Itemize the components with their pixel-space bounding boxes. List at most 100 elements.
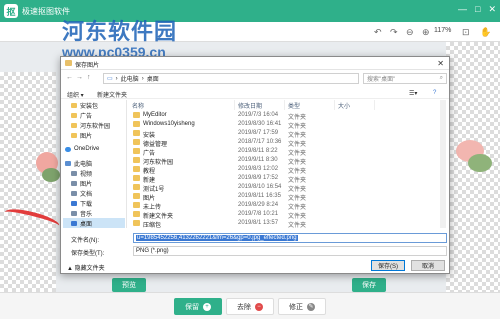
maximize-button[interactable]: □ <box>475 4 480 15</box>
search-icon: ⌕ <box>439 75 443 81</box>
save-canvas-button[interactable]: 保存 <box>352 278 386 292</box>
column-header-date[interactable]: 修改日期 <box>235 100 285 110</box>
back-icon[interactable]: ← <box>66 74 73 81</box>
nav-item-onedrive[interactable]: OneDrive <box>63 144 125 154</box>
file-row[interactable]: 新建 2019/8/9 17:52 文件夹 <box>129 174 447 184</box>
leaf-decoration <box>42 168 60 182</box>
filetype-row: 保存类型(T): PNG (*.png) <box>61 245 449 257</box>
music-icon <box>71 210 77 216</box>
nav-item[interactable]: 视频 <box>63 168 125 178</box>
minimize-button[interactable]: — <box>458 4 467 15</box>
folder-icon <box>133 112 140 118</box>
keep-label: 保留 <box>185 303 199 311</box>
bottom-bar: 保留 + 去除 − 修正 ✎ <box>0 292 500 319</box>
folder-icon <box>133 121 140 127</box>
folder-icon <box>71 132 77 138</box>
cloud-icon <box>65 146 71 152</box>
up-icon[interactable]: ↑ <box>87 74 91 81</box>
file-row[interactable]: 新建文件夹 2019/7/8 10:21 文件夹 <box>129 210 447 220</box>
dialog-titlebar: 保存图片 ✕ <box>61 57 449 70</box>
file-row[interactable]: 图片 2019/8/11 16:35 文件夹 <box>129 192 447 202</box>
file-list-scrollbar[interactable] <box>440 100 446 228</box>
organize-button[interactable]: 组织 ▾ <box>67 90 84 99</box>
folder-icon <box>133 166 140 172</box>
nav-item[interactable]: 安装包 <box>63 100 125 110</box>
fit-icon[interactable]: ⊡ <box>462 27 470 38</box>
file-row[interactable]: Windows10yisheng 2019/8/30 16:41 文件夹 <box>129 120 447 130</box>
file-row[interactable]: 安装 2019/8/7 17:59 文件夹 <box>129 129 447 139</box>
save-dialog: 保存图片 ✕ ← → ↑ ▭ › 此电脑 › 桌面 搜索"桌面" ⌕ 组织 ▾ … <box>60 56 450 274</box>
file-row[interactable]: 压缩包 2019/8/1 13:57 文件夹 <box>129 219 447 229</box>
filetype-select[interactable]: PNG (*.png) <box>133 246 447 256</box>
computer-icon <box>65 160 71 166</box>
folder-icon <box>133 202 140 208</box>
filename-input[interactable]: u=1985452256,4132262221&fm=26&gp=0.jpg_e… <box>133 233 447 243</box>
nav-item[interactable]: 文档 <box>63 188 125 198</box>
filename-label: 文件名(N): <box>71 238 99 244</box>
window-controls: — □ ✕ <box>458 4 496 15</box>
plus-icon: + <box>203 302 211 311</box>
file-list: 名称 修改日期 类型 大小 MyEditor 2019/7/3 16:04 文件夹 … <box>129 100 447 229</box>
nav-item[interactable]: 广告 <box>63 110 125 120</box>
folder-icon <box>71 122 77 128</box>
hand-icon[interactable]: ✋ <box>480 27 491 38</box>
file-row[interactable]: 教程 2019/8/3 12:02 文件夹 <box>129 165 447 175</box>
file-row[interactable]: 测试1号 2019/8/10 16:54 文件夹 <box>129 183 447 193</box>
save-button[interactable]: 保存(S) <box>371 260 405 271</box>
new-folder-button[interactable]: 新建文件夹 <box>97 90 127 99</box>
folder-icon <box>133 220 140 226</box>
close-button[interactable]: ✕ <box>488 4 496 15</box>
computer-icon: ▭ <box>107 76 113 82</box>
file-row[interactable]: 广告 2019/8/11 8:22 文件夹 <box>129 147 447 157</box>
zoom-level: 117% <box>434 27 452 34</box>
column-header-name[interactable]: 名称 <box>129 100 235 110</box>
zoom-in-icon[interactable]: ⊕ <box>422 27 430 38</box>
folder-icon <box>133 148 140 154</box>
file-row[interactable]: 河东软件园 2019/9/11 8:30 文件夹 <box>129 156 447 166</box>
nav-item[interactable]: 图片 <box>63 130 125 140</box>
forward-icon[interactable]: → <box>76 74 83 81</box>
keep-button[interactable]: 保留 + <box>174 298 222 315</box>
redo-icon[interactable]: ↷ <box>390 27 398 38</box>
help-icon[interactable]: ? <box>433 90 436 96</box>
file-row[interactable]: MyEditor 2019/7/3 16:04 文件夹 <box>129 111 447 121</box>
breadcrumb-desktop[interactable]: 桌面 <box>147 74 159 83</box>
nav-item[interactable]: 音乐 <box>63 208 125 218</box>
nav-item[interactable]: 下载 <box>63 198 125 208</box>
video-icon <box>71 170 77 176</box>
nav-item[interactable]: 图片 <box>63 178 125 188</box>
breadcrumb-pc[interactable]: 此电脑 <box>121 74 139 83</box>
picture-icon <box>71 180 77 186</box>
nav-item[interactable]: 河东软件园 <box>63 120 125 130</box>
watermark-name: 河东软件园 <box>62 20 178 45</box>
search-input[interactable]: 搜索"桌面" ⌕ <box>363 73 447 84</box>
folder-icon <box>133 193 140 199</box>
address-row: ← → ↑ ▭ › 此电脑 › 桌面 搜索"桌面" ⌕ <box>61 71 449 86</box>
right-image-panel <box>446 42 500 292</box>
minus-icon: − <box>255 302 263 311</box>
nav-item-desktop[interactable]: 桌面 <box>63 218 125 228</box>
file-row[interactable]: 德益管理 2018/7/17 10:36 文件夹 <box>129 138 447 148</box>
column-header-type[interactable]: 类型 <box>285 100 335 110</box>
restore-button[interactable]: 修正 ✎ <box>278 298 326 315</box>
folder-icon <box>133 211 140 217</box>
left-image-panel <box>0 72 56 292</box>
remove-button[interactable]: 去除 − <box>226 298 274 315</box>
preview-button[interactable]: 预览 <box>112 278 146 292</box>
view-icon[interactable]: ☰▾ <box>409 90 417 97</box>
dialog-close-icon[interactable]: ✕ <box>437 59 444 68</box>
cancel-button[interactable]: 取消 <box>411 260 445 271</box>
folder-icon <box>133 139 140 145</box>
nav-item-this-pc[interactable]: 此电脑 <box>63 158 125 168</box>
column-header-size[interactable]: 大小 <box>335 100 375 110</box>
hide-folders-toggle[interactable]: ▲ 隐藏文件夹 <box>67 263 105 272</box>
undo-icon[interactable]: ↶ <box>374 27 382 38</box>
folder-icon <box>65 60 72 66</box>
zoom-out-icon[interactable]: ⊖ <box>406 27 414 38</box>
file-row[interactable]: 未上传 2019/8/29 8:24 文件夹 <box>129 201 447 211</box>
breadcrumb-sep-icon: › <box>115 75 118 82</box>
dialog-title: 保存图片 <box>75 63 100 69</box>
folder-icon <box>71 112 77 118</box>
document-icon <box>71 190 77 196</box>
address-bar[interactable]: ▭ › 此电脑 › 桌面 <box>103 73 359 84</box>
